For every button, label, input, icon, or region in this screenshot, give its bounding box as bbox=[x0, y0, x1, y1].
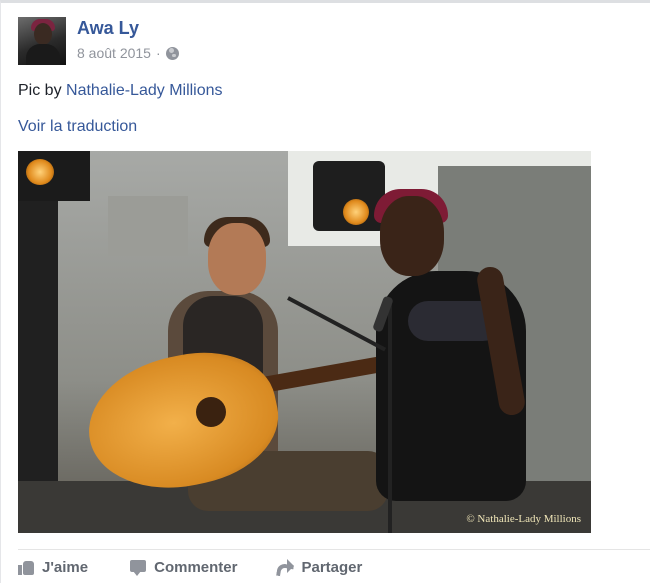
see-translation-link[interactable]: Voir la traduction bbox=[18, 118, 137, 136]
comment-label: Commenter bbox=[154, 558, 238, 576]
photographer-link[interactable]: Nathalie-Lady Millions bbox=[66, 82, 223, 99]
avatar-head bbox=[34, 23, 52, 45]
singer-head bbox=[380, 196, 444, 276]
like-button[interactable]: J'aime bbox=[18, 559, 88, 576]
like-label: J'aime bbox=[42, 558, 89, 576]
actions-divider bbox=[18, 549, 650, 550]
guitarist-head bbox=[208, 223, 266, 295]
post-card: Awa Ly 8 août 2015 · Pic by Nathalie-Lad… bbox=[0, 0, 650, 583]
post-meta: 8 août 2015 · bbox=[77, 45, 179, 61]
post-text-prefix: Pic by bbox=[18, 82, 67, 99]
guitar-soundhole bbox=[196, 397, 226, 427]
post-text: Pic by Nathalie-Lady Millions bbox=[18, 82, 223, 100]
thumbs-up-icon bbox=[18, 559, 34, 575]
photo-credit: © Nathalie-Lady Millions bbox=[466, 513, 581, 525]
meta-separator: · bbox=[155, 45, 161, 61]
comment-bubble-icon bbox=[130, 559, 147, 576]
mic-boom bbox=[287, 296, 387, 352]
globe-icon[interactable] bbox=[165, 46, 179, 60]
stage-light-left bbox=[18, 151, 90, 201]
avatar-body bbox=[26, 44, 60, 65]
stage-light-right bbox=[313, 161, 385, 231]
post-date[interactable]: 8 août 2015 bbox=[77, 45, 151, 61]
comment-button[interactable]: Commenter bbox=[130, 559, 237, 576]
photo-stone-block bbox=[108, 196, 188, 256]
mic-stand bbox=[388, 301, 392, 533]
share-arrow-icon bbox=[277, 559, 295, 575]
share-button[interactable]: Partager bbox=[277, 559, 362, 576]
share-label: Partager bbox=[301, 558, 363, 576]
post-actions: J'aime Commenter Partager bbox=[18, 555, 402, 579]
author-avatar[interactable] bbox=[18, 17, 66, 65]
post-photo[interactable]: © Nathalie-Lady Millions bbox=[18, 151, 591, 533]
author-name[interactable]: Awa Ly bbox=[77, 18, 139, 39]
